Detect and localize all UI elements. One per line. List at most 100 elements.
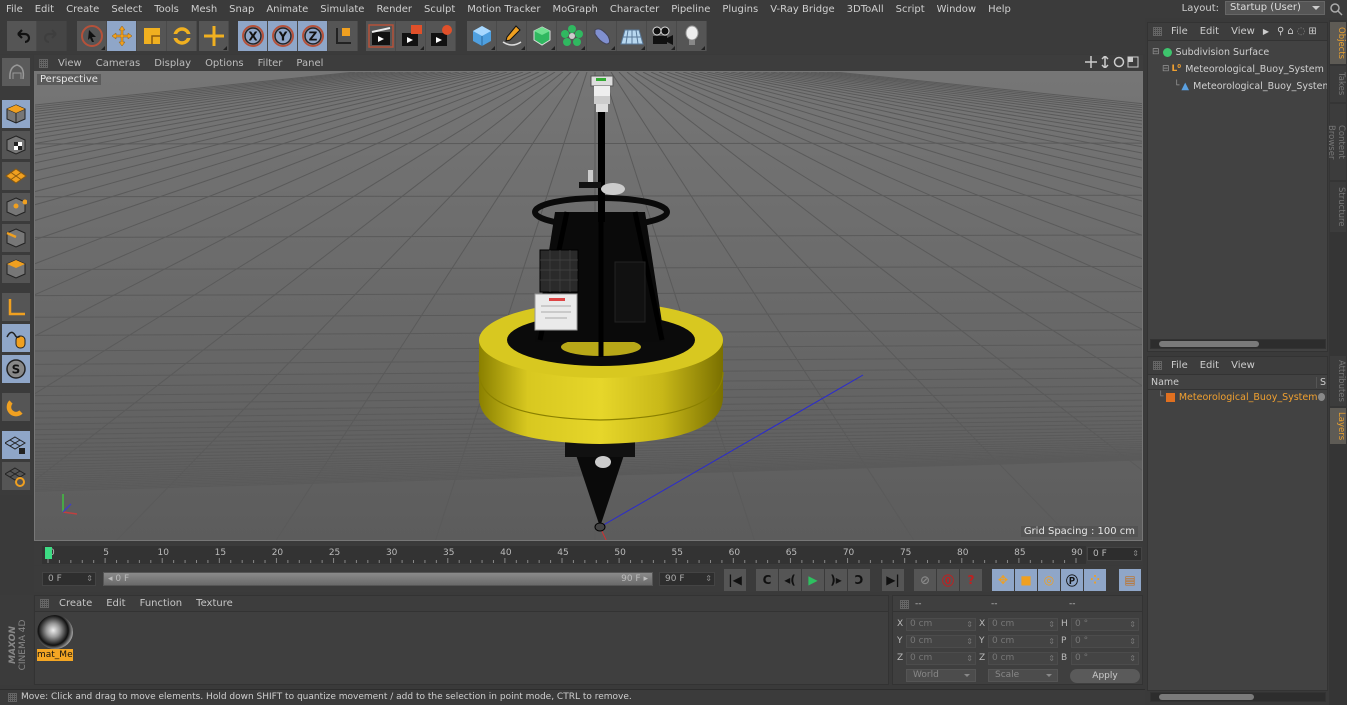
rotate-button[interactable] xyxy=(167,21,197,51)
menu-create[interactable]: Create xyxy=(60,4,105,15)
key-pla-button[interactable]: ⁘ xyxy=(1084,569,1106,591)
object-menu-file[interactable]: File xyxy=(1165,26,1194,37)
menu-window[interactable]: Window xyxy=(931,4,982,15)
go-to-end-button[interactable]: ▶| xyxy=(882,569,904,591)
tab-objects[interactable]: Objects xyxy=(1330,22,1346,64)
key-position-button[interactable]: ✥ xyxy=(992,569,1014,591)
planar-workplane-button[interactable] xyxy=(2,462,30,490)
rot-p-field[interactable]: 0 ° xyxy=(1071,635,1139,648)
light-button[interactable] xyxy=(677,21,707,51)
menu-edit[interactable]: Edit xyxy=(29,4,60,15)
viewport-menu-cameras[interactable]: Cameras xyxy=(89,58,147,69)
workplane-mode-button[interactable] xyxy=(2,162,30,190)
tab-content-browser[interactable]: Content Browser xyxy=(1326,104,1346,180)
points-mode-button[interactable] xyxy=(2,193,30,221)
pos-y-field[interactable]: 0 cm xyxy=(906,635,976,648)
maximize-view-icon[interactable] xyxy=(1127,56,1139,68)
material-menu-function[interactable]: Function xyxy=(133,598,190,609)
scale-button[interactable] xyxy=(137,21,167,51)
next-key-button[interactable]: Ↄ xyxy=(848,569,870,591)
menu-3dtoall[interactable]: 3DToAll xyxy=(841,4,890,15)
3d-viewport[interactable]: Perspective Grid Spacing : 100 cm xyxy=(34,71,1143,541)
menu-plugins[interactable]: Plugins xyxy=(716,4,764,15)
material-menu-texture[interactable]: Texture xyxy=(189,598,240,609)
layer-horizontal-scrollbar[interactable] xyxy=(1150,692,1326,702)
scrollbar-thumb[interactable] xyxy=(1159,341,1259,347)
object-horizontal-scrollbar[interactable] xyxy=(1150,339,1326,349)
menu-render[interactable]: Render xyxy=(370,4,418,15)
solo-mode-button[interactable]: S xyxy=(2,355,30,383)
locked-workplane-button[interactable] xyxy=(2,431,30,459)
tab-structure[interactable]: Structure xyxy=(1330,182,1346,232)
end-frame-field[interactable]: 90 F xyxy=(659,572,715,586)
size-y-field[interactable]: 0 cm xyxy=(988,635,1058,648)
rot-b-field[interactable]: 0 ° xyxy=(1071,652,1139,665)
previous-frame-button[interactable]: ◂( xyxy=(779,569,801,591)
live-selection-button[interactable] xyxy=(77,21,107,51)
render-settings-button[interactable] xyxy=(426,21,456,51)
menu-mesh[interactable]: Mesh xyxy=(185,4,223,15)
make-editable-button[interactable] xyxy=(2,58,30,86)
collapse-icon[interactable]: ⊟ xyxy=(1152,47,1160,57)
render-to-picture-viewer-button[interactable] xyxy=(396,21,426,51)
menu-pipeline[interactable]: Pipeline xyxy=(665,4,716,15)
layer-menu-view[interactable]: View xyxy=(1225,360,1261,371)
solo-column[interactable]: S xyxy=(1316,377,1326,388)
panel-grip-icon[interactable] xyxy=(1153,27,1162,36)
move-button[interactable] xyxy=(107,21,137,51)
new-window-icon[interactable]: ⊞ xyxy=(1308,26,1316,37)
cube-button[interactable] xyxy=(467,21,497,51)
layout-select[interactable]: Startup (User) xyxy=(1225,1,1325,15)
camera-label[interactable]: Perspective xyxy=(37,74,101,85)
pan-icon[interactable] xyxy=(1085,56,1097,68)
more-arrow-icon[interactable]: ▶ xyxy=(1263,27,1269,36)
model-mode-button[interactable] xyxy=(2,100,30,128)
viewport-menu-filter[interactable]: Filter xyxy=(251,58,290,69)
undo-button[interactable] xyxy=(7,21,37,51)
autokeying-button[interactable]: ? xyxy=(960,569,982,591)
previous-key-button[interactable]: C xyxy=(756,569,778,591)
object-row-buoy-mesh[interactable]: └ ▲ Meteorological_Buoy_System_( xyxy=(1148,78,1327,94)
panel-grip-icon[interactable] xyxy=(900,600,909,609)
panel-grip-icon[interactable] xyxy=(1153,361,1162,370)
size-x-field[interactable]: 0 cm xyxy=(988,618,1058,631)
home-icon[interactable]: ⌂ xyxy=(1287,26,1293,37)
rot-h-field[interactable]: 0 ° xyxy=(1071,618,1139,631)
tab-layers[interactable]: Layers xyxy=(1330,408,1346,444)
key-rotation-button[interactable]: ◎ xyxy=(1038,569,1060,591)
orbit-icon[interactable] xyxy=(1113,56,1125,68)
dolly-icon[interactable] xyxy=(1099,56,1111,68)
menu-character[interactable]: Character xyxy=(604,4,665,15)
menu-animate[interactable]: Animate xyxy=(260,4,314,15)
material-swatch[interactable]: mat_Me xyxy=(37,615,73,663)
object-menu-edit[interactable]: Edit xyxy=(1194,26,1225,37)
viewport-menu-options[interactable]: Options xyxy=(198,58,251,69)
layer-row[interactable]: └ Meteorological_Buoy_System xyxy=(1148,389,1327,405)
menu-simulate[interactable]: Simulate xyxy=(314,4,370,15)
object-row-subdivision-surface[interactable]: ⊟ Subdivision Surface xyxy=(1148,44,1327,60)
panel-grip-icon[interactable] xyxy=(40,599,49,608)
timeline-ruler[interactable]: 051015202530354045505560657075808590 xyxy=(42,546,1086,564)
start-frame-field[interactable]: 0 F xyxy=(42,572,96,586)
layer-menu-file[interactable]: File xyxy=(1165,360,1194,371)
floor-button[interactable] xyxy=(617,21,647,51)
frame-range-slider[interactable]: ◂ 0 F 90 F ▸ xyxy=(103,572,653,586)
search-icon[interactable] xyxy=(1329,2,1343,16)
z-axis-button[interactable]: Z xyxy=(298,21,328,51)
menu-select[interactable]: Select xyxy=(105,4,148,15)
deformer-button[interactable] xyxy=(587,21,617,51)
current-frame-field[interactable]: 0 F xyxy=(1087,547,1142,561)
tweak-mode-button[interactable] xyxy=(2,324,30,352)
size-mode-select[interactable]: Scale xyxy=(988,669,1058,682)
menu-motion-tracker[interactable]: Motion Tracker xyxy=(461,4,546,15)
go-to-start-button[interactable]: |◀ xyxy=(724,569,746,591)
create-object-button[interactable] xyxy=(199,21,229,51)
menu-v-ray-bridge[interactable]: V-Ray Bridge xyxy=(764,4,840,15)
menu-sculpt[interactable]: Sculpt xyxy=(418,4,461,15)
viewport-menu-display[interactable]: Display xyxy=(147,58,198,69)
render-view-button[interactable] xyxy=(366,21,396,51)
record-active-objects-button[interactable]: ⓪ xyxy=(937,569,959,591)
object-row-buoy-null[interactable]: ⊟ L⁰ Meteorological_Buoy_System xyxy=(1148,61,1327,77)
layer-color-swatch[interactable] xyxy=(1166,392,1175,402)
pos-z-field[interactable]: 0 cm xyxy=(906,652,976,665)
